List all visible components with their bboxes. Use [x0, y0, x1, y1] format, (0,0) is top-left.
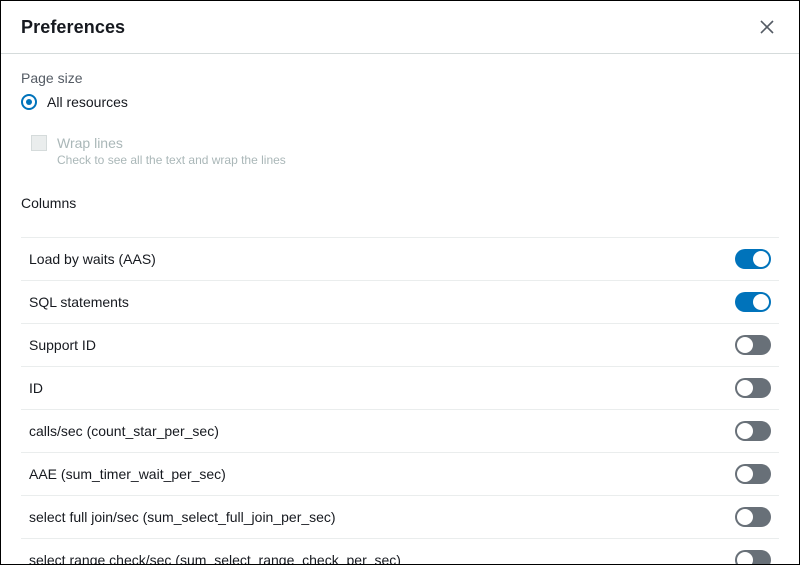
- column-row: AAE (sum_timer_wait_per_sec): [21, 453, 779, 496]
- wrap-lines-checkbox: Wrap lines Check to see all the text and…: [31, 134, 779, 169]
- column-label: select full join/sec (sum_select_full_jo…: [29, 509, 336, 525]
- column-toggle[interactable]: [735, 335, 771, 355]
- modal-header: Preferences: [1, 1, 799, 54]
- column-label: select range check/sec (sum_select_range…: [29, 552, 401, 564]
- wrap-lines-label: Wrap lines: [57, 134, 286, 152]
- column-row: select range check/sec (sum_select_range…: [21, 539, 779, 564]
- radio-icon: [21, 94, 37, 110]
- column-row: Load by waits (AAS): [21, 238, 779, 281]
- column-toggle[interactable]: [735, 550, 771, 564]
- toggle-knob-icon: [753, 251, 769, 267]
- close-button[interactable]: [755, 15, 779, 39]
- wrap-lines-texts: Wrap lines Check to see all the text and…: [57, 134, 286, 169]
- column-row: ID: [21, 367, 779, 410]
- toggle-knob-icon: [737, 509, 753, 525]
- toggle-knob-icon: [737, 466, 753, 482]
- column-label: Load by waits (AAS): [29, 251, 156, 267]
- toggle-knob-icon: [737, 423, 753, 439]
- column-row: SQL statements: [21, 281, 779, 324]
- column-toggle[interactable]: [735, 464, 771, 484]
- column-label: Support ID: [29, 337, 96, 353]
- page-size-radio-all[interactable]: All resources: [21, 94, 779, 110]
- wrap-lines-description: Check to see all the text and wrap the l…: [57, 152, 286, 169]
- columns-list: Load by waits (AAS) SQL statements Support…: [21, 237, 779, 564]
- page-size-label: Page size: [21, 70, 779, 86]
- checkbox-icon: [31, 135, 47, 151]
- column-label: calls/sec (count_star_per_sec): [29, 423, 219, 439]
- toggle-knob-icon: [737, 552, 753, 564]
- columns-label: Columns: [21, 195, 779, 211]
- column-label: SQL statements: [29, 294, 129, 310]
- toggle-knob-icon: [753, 294, 769, 310]
- column-row: Support ID: [21, 324, 779, 367]
- modal-title: Preferences: [21, 17, 125, 38]
- column-toggle[interactable]: [735, 507, 771, 527]
- close-icon: [759, 19, 775, 35]
- toggle-knob-icon: [737, 337, 753, 353]
- modal-body: Page size All resources Wrap lines Check…: [1, 54, 799, 564]
- column-toggle[interactable]: [735, 249, 771, 269]
- column-row: select full join/sec (sum_select_full_jo…: [21, 496, 779, 539]
- radio-label: All resources: [47, 94, 128, 110]
- preferences-modal: Preferences Page size All resources Wrap…: [0, 0, 800, 565]
- column-toggle[interactable]: [735, 378, 771, 398]
- column-label: ID: [29, 380, 43, 396]
- column-label: AAE (sum_timer_wait_per_sec): [29, 466, 226, 482]
- column-row: calls/sec (count_star_per_sec): [21, 410, 779, 453]
- toggle-knob-icon: [737, 380, 753, 396]
- column-toggle[interactable]: [735, 421, 771, 441]
- column-toggle[interactable]: [735, 292, 771, 312]
